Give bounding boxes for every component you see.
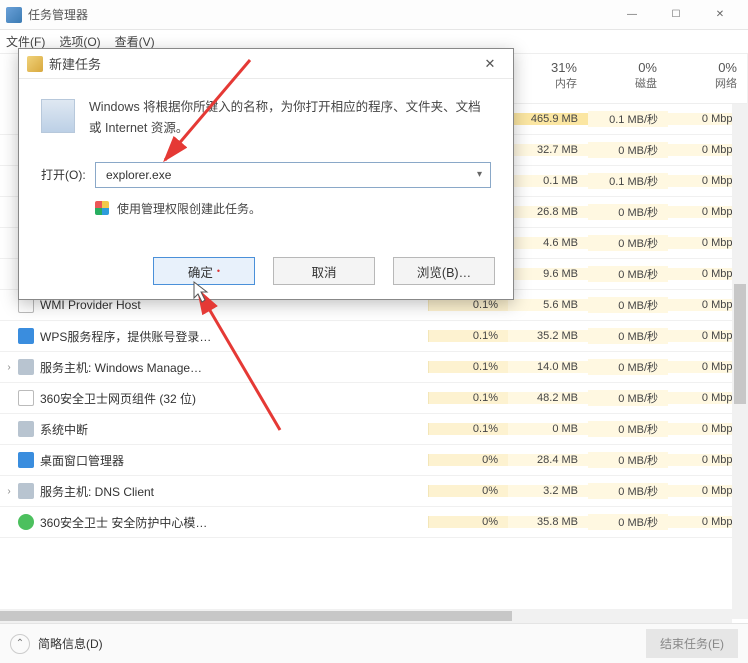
memory-cell: 28.4 MB [508,454,588,466]
close-button[interactable]: ✕ [698,1,742,29]
table-row[interactable]: 360安全卫士 安全防护中心模…0%35.8 MB0 MB/秒0 Mbps [0,507,748,538]
disk-cell: 0 MB/秒 [588,390,668,406]
process-icon [18,390,34,406]
disk-cell: 0 MB/秒 [588,142,668,158]
memory-cell: 465.9 MB [508,113,588,125]
memory-cell: 3.2 MB [508,485,588,497]
open-input[interactable] [104,167,477,183]
table-header: 31% 内存 0% 磁盘 0% 网络 [507,54,747,104]
column-disk[interactable]: 0% 磁盘 [587,54,667,103]
admin-note: 使用管理权限创建此任务。 [117,200,261,217]
memory-cell: 4.6 MB [508,237,588,249]
scrollbar-thumb[interactable] [734,284,746,404]
scrollbar-thumb[interactable] [0,611,512,621]
process-name: WPS服务程序，提供账号登录… [40,328,428,345]
process-icon [18,483,34,499]
process-name: WMI Provider Host [40,298,428,312]
memory-cell: 35.2 MB [508,330,588,342]
cpu-cell: 0% [428,516,508,528]
details-toggle[interactable]: ⌃ [10,634,30,654]
process-name: 360安全卫士网页组件 (32 位) [40,390,428,407]
open-label: 打开(O): [41,166,95,183]
table-row[interactable]: ›服务主机: Windows Manage…0.1%14.0 MB0 MB/秒0… [0,352,748,383]
memory-cell: 5.6 MB [508,299,588,311]
memory-cell: 14.0 MB [508,361,588,373]
end-task-button[interactable]: 结束任务(E) [646,629,738,658]
memory-cell: 35.8 MB [508,516,588,528]
cpu-cell: 0.1% [428,330,508,342]
app-icon [6,7,22,23]
table-row[interactable]: 桌面窗口管理器0%28.4 MB0 MB/秒0 Mbps [0,445,748,476]
column-network[interactable]: 0% 网络 [667,54,747,103]
dialog-title: 新建任务 [49,54,475,73]
memory-cell: 0.1 MB [508,175,588,187]
disk-cell: 0 MB/秒 [588,328,668,344]
dropdown-icon[interactable]: ▾ [477,169,482,180]
cpu-cell: 0.1% [428,392,508,404]
table-row[interactable]: ›服务主机: DNS Client0%3.2 MB0 MB/秒0 Mbps [0,476,748,507]
dialog-icon [27,56,43,72]
table-row[interactable]: 360安全卫士网页组件 (32 位)0.1%48.2 MB0 MB/秒0 Mbp… [0,383,748,414]
disk-cell: 0 MB/秒 [588,297,668,313]
window-title: 任务管理器 [28,6,88,23]
disk-cell: 0 MB/秒 [588,452,668,468]
disk-cell: 0 MB/秒 [588,514,668,530]
process-name: 桌面窗口管理器 [40,452,428,469]
expand-icon[interactable]: › [0,486,18,497]
run-dialog: 新建任务 ✕ Windows 将根据你所键入的名称，为你打开相应的程序、文件夹、… [18,48,514,300]
memory-cell: 26.8 MB [508,206,588,218]
cpu-cell: 0% [428,485,508,497]
titlebar: 任务管理器 — ☐ ✕ [0,0,748,30]
shield-icon [95,201,109,215]
cpu-cell: 0.1% [428,361,508,373]
process-icon [18,514,34,530]
disk-cell: 0 MB/秒 [588,204,668,220]
memory-cell: 9.6 MB [508,268,588,280]
disk-cell: 0.1 MB/秒 [588,111,668,127]
disk-cell: 0 MB/秒 [588,483,668,499]
cancel-button[interactable]: 取消 [273,257,375,285]
dialog-titlebar[interactable]: 新建任务 ✕ [19,49,513,79]
disk-cell: 0 MB/秒 [588,235,668,251]
cpu-cell: 0.1% [428,423,508,435]
brief-info-label[interactable]: 简略信息(D) [38,635,103,652]
table-row[interactable]: 系统中断0.1%0 MB0 MB/秒0 Mbps [0,414,748,445]
process-icon [18,328,34,344]
vertical-scrollbar[interactable] [732,54,748,619]
statusbar: ⌃ 简略信息(D) 结束任务(E) [0,623,748,663]
minimize-button[interactable]: — [610,1,654,29]
process-icon [18,452,34,468]
memory-cell: 48.2 MB [508,392,588,404]
process-icon [18,359,34,375]
browse-button[interactable]: 浏览(B)… [393,257,495,285]
horizontal-scrollbar[interactable] [0,609,732,623]
disk-cell: 0 MB/秒 [588,421,668,437]
memory-cell: 0 MB [508,423,588,435]
open-combobox[interactable]: ▾ [95,162,491,188]
disk-cell: 0.1 MB/秒 [588,173,668,189]
disk-cell: 0 MB/秒 [588,266,668,282]
cpu-cell: 0.1% [428,299,508,311]
column-memory[interactable]: 31% 内存 [507,54,587,103]
expand-icon[interactable]: › [0,362,18,373]
dialog-description: Windows 将根据你所键入的名称，为你打开相应的程序、文件夹、文档或 Int… [89,97,491,140]
process-name: 360安全卫士 安全防护中心模… [40,514,428,531]
run-icon [41,99,75,133]
ok-button[interactable]: 确定• [153,257,255,285]
dialog-close-button[interactable]: ✕ [475,56,505,72]
table-row[interactable]: WPS服务程序，提供账号登录…0.1%35.2 MB0 MB/秒0 Mbps [0,321,748,352]
process-icon [18,421,34,437]
maximize-button[interactable]: ☐ [654,1,698,29]
cpu-cell: 0% [428,454,508,466]
disk-cell: 0 MB/秒 [588,359,668,375]
memory-cell: 32.7 MB [508,144,588,156]
process-name: 服务主机: Windows Manage… [40,359,428,376]
process-name: 系统中断 [40,421,428,438]
process-name: 服务主机: DNS Client [40,483,428,500]
